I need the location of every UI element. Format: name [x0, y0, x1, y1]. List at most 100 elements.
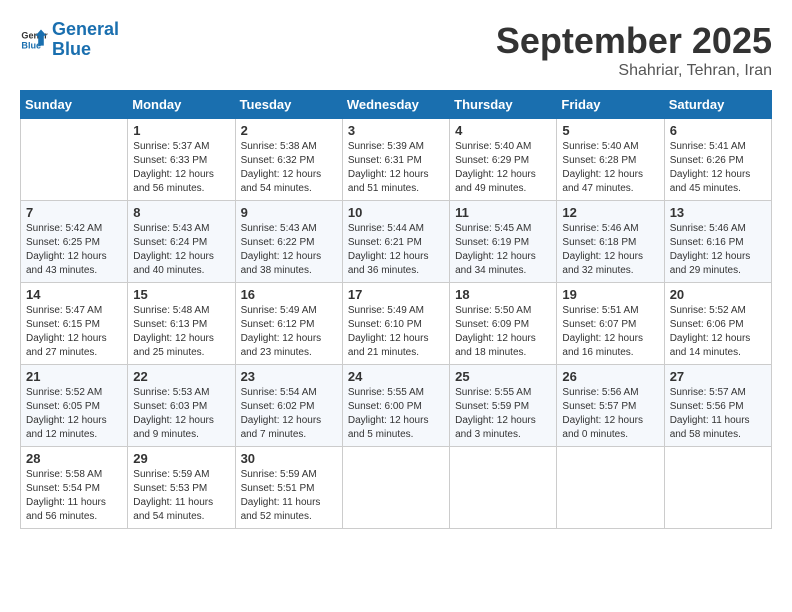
- day-info: Sunrise: 5:37 AMSunset: 6:33 PMDaylight:…: [133, 140, 229, 196]
- weekday-header-wednesday: Wednesday: [342, 91, 449, 119]
- page-header: General Blue General Blue September 2025…: [20, 20, 772, 80]
- day-number: 11: [455, 205, 551, 220]
- calendar-cell: 18 Sunrise: 5:50 AMSunset: 6:09 PMDayligh…: [450, 283, 557, 365]
- day-number: 10: [348, 205, 444, 220]
- calendar-cell: 11Sunrise: 5:45 AMSunset: 6:19 PMDayligh…: [450, 201, 557, 283]
- calendar-cell: 4 Sunrise: 5:40 AMSunset: 6:29 PMDaylight…: [450, 119, 557, 201]
- calendar-cell: 17 Sunrise: 5:49 AMSunset: 6:10 PMDayligh…: [342, 283, 449, 365]
- calendar-cell: 14Sunrise: 5:47 AMSunset: 6:15 PMDayligh…: [21, 283, 128, 365]
- week-row-2: 7Sunrise: 5:42 AMSunset: 6:25 PMDaylight…: [21, 201, 772, 283]
- day-info: Sunrise: 5:42 AMSunset: 6:25 PMDaylight:…: [26, 222, 122, 278]
- day-number: 2: [241, 123, 337, 138]
- calendar-cell: [21, 119, 128, 201]
- weekday-header-monday: Monday: [128, 91, 235, 119]
- day-number: 4: [455, 123, 551, 138]
- day-number: 22: [133, 369, 229, 384]
- day-info: Sunrise: 5:46 AMSunset: 6:16 PMDaylight:…: [670, 222, 766, 278]
- day-info: Sunrise: 5:49 AMSunset: 6:12 PMDaylight:…: [241, 304, 337, 360]
- calendar-cell: 5 Sunrise: 5:40 AMSunset: 6:28 PMDaylight…: [557, 119, 664, 201]
- calendar-cell: 27 Sunrise: 5:57 AMSunset: 5:56 PMDayligh…: [664, 365, 771, 447]
- day-number: 30: [241, 451, 337, 466]
- logo-icon: General Blue: [20, 26, 48, 54]
- day-info: Sunrise: 5:56 AMSunset: 5:57 PMDaylight:…: [562, 386, 658, 442]
- day-number: 14: [26, 287, 122, 302]
- day-number: 25: [455, 369, 551, 384]
- calendar-cell: 3 Sunrise: 5:39 AMSunset: 6:31 PMDaylight…: [342, 119, 449, 201]
- calendar-cell: 29 Sunrise: 5:59 AMSunset: 5:53 PMDayligh…: [128, 447, 235, 529]
- day-info: Sunrise: 5:59 AMSunset: 5:53 PMDaylight:…: [133, 468, 229, 524]
- logo-name: General Blue: [52, 20, 119, 60]
- calendar-cell: 6 Sunrise: 5:41 AMSunset: 6:26 PMDaylight…: [664, 119, 771, 201]
- day-number: 27: [670, 369, 766, 384]
- day-number: 9: [241, 205, 337, 220]
- day-info: Sunrise: 5:55 AMSunset: 5:59 PMDaylight:…: [455, 386, 551, 442]
- day-number: 18: [455, 287, 551, 302]
- calendar-cell: 28Sunrise: 5:58 AMSunset: 5:54 PMDayligh…: [21, 447, 128, 529]
- day-number: 23: [241, 369, 337, 384]
- calendar-cell: [664, 447, 771, 529]
- day-info: Sunrise: 5:46 AMSunset: 6:18 PMDaylight:…: [562, 222, 658, 278]
- calendar-cell: [342, 447, 449, 529]
- day-info: Sunrise: 5:53 AMSunset: 6:03 PMDaylight:…: [133, 386, 229, 442]
- weekday-header-tuesday: Tuesday: [235, 91, 342, 119]
- logo-line1: General: [52, 19, 119, 39]
- day-info: Sunrise: 5:41 AMSunset: 6:26 PMDaylight:…: [670, 140, 766, 196]
- day-info: Sunrise: 5:59 AMSunset: 5:51 PMDaylight:…: [241, 468, 337, 524]
- logo: General Blue General Blue: [20, 20, 119, 60]
- day-info: Sunrise: 5:54 AMSunset: 6:02 PMDaylight:…: [241, 386, 337, 442]
- calendar-cell: [557, 447, 664, 529]
- calendar-cell: 2 Sunrise: 5:38 AMSunset: 6:32 PMDaylight…: [235, 119, 342, 201]
- weekday-header-thursday: Thursday: [450, 91, 557, 119]
- day-number: 26: [562, 369, 658, 384]
- calendar-cell: [450, 447, 557, 529]
- day-number: 15: [133, 287, 229, 302]
- day-number: 17: [348, 287, 444, 302]
- day-info: Sunrise: 5:50 AMSunset: 6:09 PMDaylight:…: [455, 304, 551, 360]
- calendar-cell: 26 Sunrise: 5:56 AMSunset: 5:57 PMDayligh…: [557, 365, 664, 447]
- calendar-cell: 23 Sunrise: 5:54 AMSunset: 6:02 PMDayligh…: [235, 365, 342, 447]
- calendar-cell: 8Sunrise: 5:43 AMSunset: 6:24 PMDaylight…: [128, 201, 235, 283]
- day-info: Sunrise: 5:48 AMSunset: 6:13 PMDaylight:…: [133, 304, 229, 360]
- calendar-cell: 9Sunrise: 5:43 AMSunset: 6:22 PMDaylight…: [235, 201, 342, 283]
- calendar-cell: 16 Sunrise: 5:49 AMSunset: 6:12 PMDayligh…: [235, 283, 342, 365]
- day-number: 29: [133, 451, 229, 466]
- week-row-4: 21Sunrise: 5:52 AMSunset: 6:05 PMDayligh…: [21, 365, 772, 447]
- weekday-header-row: SundayMondayTuesdayWednesdayThursdayFrid…: [21, 91, 772, 119]
- day-info: Sunrise: 5:44 AMSunset: 6:21 PMDaylight:…: [348, 222, 444, 278]
- week-row-5: 28Sunrise: 5:58 AMSunset: 5:54 PMDayligh…: [21, 447, 772, 529]
- week-row-3: 14Sunrise: 5:47 AMSunset: 6:15 PMDayligh…: [21, 283, 772, 365]
- calendar-cell: 12 Sunrise: 5:46 AMSunset: 6:18 PMDayligh…: [557, 201, 664, 283]
- day-number: 6: [670, 123, 766, 138]
- day-info: Sunrise: 5:49 AMSunset: 6:10 PMDaylight:…: [348, 304, 444, 360]
- day-number: 19: [562, 287, 658, 302]
- day-number: 24: [348, 369, 444, 384]
- location-subtitle: Shahriar, Tehran, Iran: [496, 62, 772, 80]
- day-info: Sunrise: 5:39 AMSunset: 6:31 PMDaylight:…: [348, 140, 444, 196]
- day-number: 8: [133, 205, 229, 220]
- day-info: Sunrise: 5:52 AMSunset: 6:06 PMDaylight:…: [670, 304, 766, 360]
- day-info: Sunrise: 5:40 AMSunset: 6:28 PMDaylight:…: [562, 140, 658, 196]
- day-number: 21: [26, 369, 122, 384]
- weekday-header-saturday: Saturday: [664, 91, 771, 119]
- calendar-cell: 30 Sunrise: 5:59 AMSunset: 5:51 PMDayligh…: [235, 447, 342, 529]
- calendar-cell: 21Sunrise: 5:52 AMSunset: 6:05 PMDayligh…: [21, 365, 128, 447]
- calendar-cell: 15 Sunrise: 5:48 AMSunset: 6:13 PMDayligh…: [128, 283, 235, 365]
- day-info: Sunrise: 5:38 AMSunset: 6:32 PMDaylight:…: [241, 140, 337, 196]
- calendar-cell: 7Sunrise: 5:42 AMSunset: 6:25 PMDaylight…: [21, 201, 128, 283]
- day-number: 5: [562, 123, 658, 138]
- calendar-cell: 24 Sunrise: 5:55 AMSunset: 6:00 PMDayligh…: [342, 365, 449, 447]
- weekday-header-sunday: Sunday: [21, 91, 128, 119]
- day-number: 3: [348, 123, 444, 138]
- day-info: Sunrise: 5:55 AMSunset: 6:00 PMDaylight:…: [348, 386, 444, 442]
- month-title: September 2025: [496, 20, 772, 62]
- day-info: Sunrise: 5:57 AMSunset: 5:56 PMDaylight:…: [670, 386, 766, 442]
- day-number: 16: [241, 287, 337, 302]
- week-row-1: 1Sunrise: 5:37 AMSunset: 6:33 PMDaylight…: [21, 119, 772, 201]
- day-info: Sunrise: 5:40 AMSunset: 6:29 PMDaylight:…: [455, 140, 551, 196]
- weekday-header-friday: Friday: [557, 91, 664, 119]
- calendar-cell: 19Sunrise: 5:51 AMSunset: 6:07 PMDayligh…: [557, 283, 664, 365]
- day-info: Sunrise: 5:58 AMSunset: 5:54 PMDaylight:…: [26, 468, 122, 524]
- day-number: 12: [562, 205, 658, 220]
- calendar-cell: 10 Sunrise: 5:44 AMSunset: 6:21 PMDayligh…: [342, 201, 449, 283]
- calendar-cell: 1Sunrise: 5:37 AMSunset: 6:33 PMDaylight…: [128, 119, 235, 201]
